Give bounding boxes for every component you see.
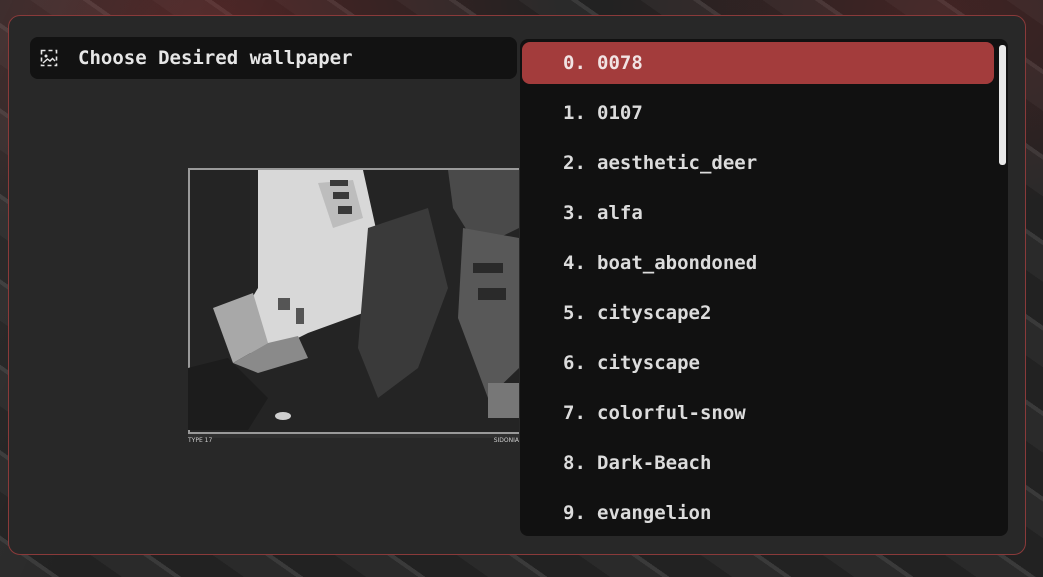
list-item-index: 6. xyxy=(563,352,586,374)
list-item-label: aesthetic_deer xyxy=(597,152,758,174)
preview-caption-right: SIDONIA xyxy=(493,437,519,444)
list-item[interactable]: 5. cityscape2 xyxy=(522,292,994,334)
list-item[interactable]: 9. evangelion xyxy=(522,492,994,534)
list-item-selected[interactable]: 0. 0078 xyxy=(522,42,994,84)
list-item-label: 0078 xyxy=(597,52,643,74)
list-item[interactable]: 8. Dark-Beach xyxy=(522,442,994,484)
wallpaper-picker-window: Choose Desired wallpaper TYPE 17 SIDONIA… xyxy=(8,15,1026,555)
image-icon xyxy=(40,49,58,67)
list-item-index: 7. xyxy=(563,402,586,424)
list-item-label: boat_abondoned xyxy=(597,252,758,274)
list-item-index: 9. xyxy=(563,502,586,524)
list-item-index: 5. xyxy=(563,302,586,324)
list-item-index: 1. xyxy=(563,102,586,124)
list-item-index: 2. xyxy=(563,152,586,174)
list-item-label: 0107 xyxy=(597,102,643,124)
list-item-label: cityscape2 xyxy=(597,302,712,324)
list-item-label: cityscape xyxy=(597,352,700,374)
list-item[interactable]: 2. aesthetic_deer xyxy=(522,142,994,184)
list-item-label: colorful-snow xyxy=(597,402,746,424)
list-item-index: 8. xyxy=(563,452,586,474)
preview-captions: TYPE 17 SIDONIA xyxy=(188,437,519,447)
list-item-label: Dark-Beach xyxy=(597,452,712,474)
list-item-index: 4. xyxy=(563,252,586,274)
prompt-bar[interactable]: Choose Desired wallpaper xyxy=(30,37,517,79)
list-scrollbar[interactable] xyxy=(999,45,1006,165)
list-item-label: evangelion xyxy=(597,502,712,524)
wallpaper-preview xyxy=(188,168,519,438)
preview-image xyxy=(188,168,519,438)
wallpaper-list[interactable]: 0. 0078 1. 0107 2. aesthetic_deer 3. alf… xyxy=(520,39,1008,536)
list-item[interactable]: 3. alfa xyxy=(522,192,994,234)
list-item-index: 3. xyxy=(563,202,586,224)
prompt-text: Choose Desired wallpaper xyxy=(78,47,353,69)
list-item[interactable]: 7. colorful-snow xyxy=(522,392,994,434)
preview-caption-left: TYPE 17 xyxy=(188,437,213,444)
list-item[interactable]: 4. boat_abondoned xyxy=(522,242,994,284)
list-item[interactable]: 6. cityscape xyxy=(522,342,994,384)
list-item-label: alfa xyxy=(597,202,643,224)
list-item-index: 0. xyxy=(563,52,586,74)
list-item[interactable]: 1. 0107 xyxy=(522,92,994,134)
